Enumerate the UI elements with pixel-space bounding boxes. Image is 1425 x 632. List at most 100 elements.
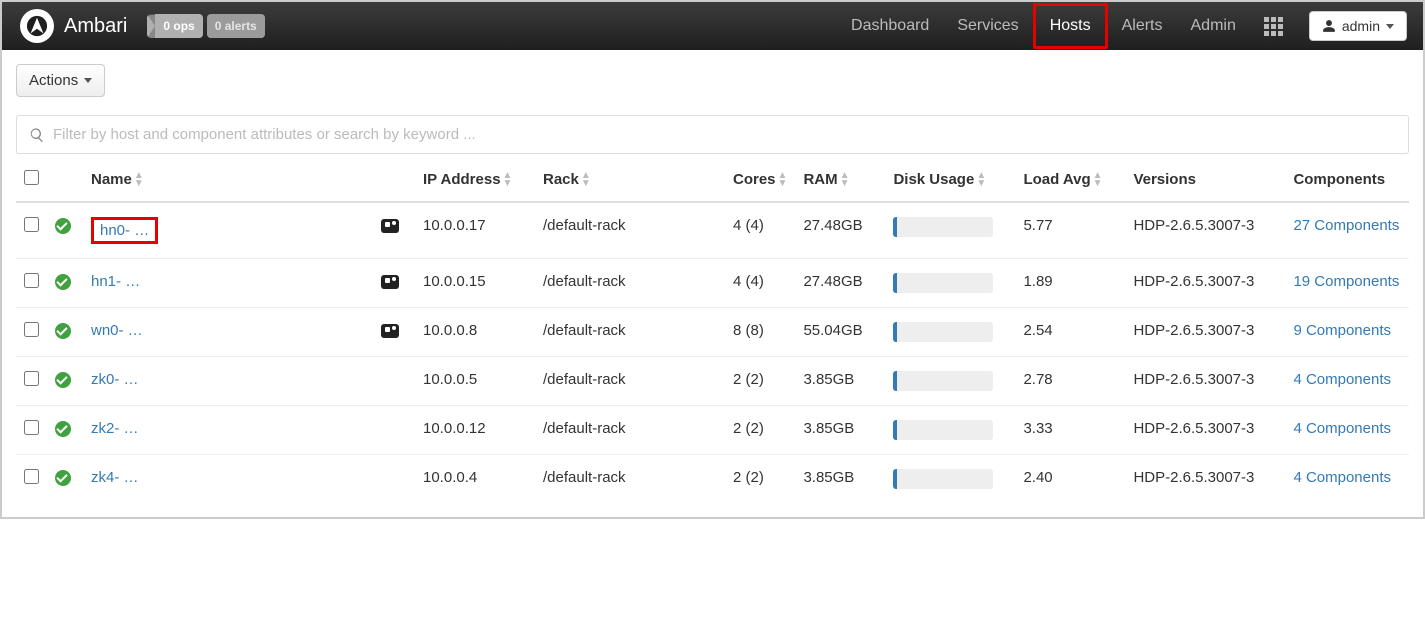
status-ok-icon	[55, 372, 71, 388]
col-ip[interactable]: IP Address▲▼	[415, 158, 535, 202]
host-name-link[interactable]: zk2- …	[91, 420, 139, 437]
components-link[interactable]: 4 Components	[1293, 420, 1391, 437]
nav-hosts[interactable]: Hosts	[1033, 3, 1108, 49]
components-link[interactable]: 27 Components	[1293, 217, 1399, 234]
nav-admin[interactable]: Admin	[1177, 2, 1250, 50]
cell-rack: /default-rack	[535, 308, 725, 357]
components-link[interactable]: 4 Components	[1293, 371, 1391, 388]
search-icon	[29, 127, 45, 143]
status-ok-icon	[55, 274, 71, 290]
nav-alerts[interactable]: Alerts	[1108, 2, 1177, 50]
cell-load: 2.78	[1015, 357, 1125, 406]
user-label: admin	[1342, 18, 1380, 34]
cell-cores: 2 (2)	[725, 357, 795, 406]
host-name-link[interactable]: hn0- …	[91, 217, 158, 244]
host-name-link[interactable]: zk0- …	[91, 371, 139, 388]
table-row: zk4- … 10.0.0.4 /default-rack 2 (2) 3.85…	[16, 455, 1409, 504]
caret-down-icon	[1386, 24, 1394, 29]
status-ok-icon	[55, 218, 71, 234]
cell-version: HDP-2.6.5.3007-3	[1125, 259, 1285, 308]
cell-ip: 10.0.0.8	[415, 308, 535, 357]
cell-disk	[885, 455, 1015, 504]
filter-input[interactable]	[53, 126, 1396, 143]
host-name-link[interactable]: wn0- …	[91, 322, 143, 339]
table-row: hn1- … 10.0.0.15 /default-rack 4 (4) 27.…	[16, 259, 1409, 308]
status-ok-icon	[55, 323, 71, 339]
maintenance-icon	[381, 219, 399, 233]
cell-disk	[885, 259, 1015, 308]
row-checkbox[interactable]	[24, 322, 39, 337]
row-checkbox[interactable]	[24, 273, 39, 288]
cell-version: HDP-2.6.5.3007-3	[1125, 406, 1285, 455]
cell-cores: 4 (4)	[725, 202, 795, 259]
col-cores[interactable]: Cores▲▼	[725, 158, 795, 202]
cell-ip: 10.0.0.12	[415, 406, 535, 455]
caret-down-icon	[84, 78, 92, 83]
col-load[interactable]: Load Avg▲▼	[1015, 158, 1125, 202]
apps-grid-icon	[1264, 17, 1283, 36]
brand-logo[interactable]	[20, 9, 54, 43]
alerts-badge-label: 0 alerts	[207, 14, 265, 38]
row-checkbox[interactable]	[24, 420, 39, 435]
cell-disk	[885, 406, 1015, 455]
cell-load: 3.33	[1015, 406, 1125, 455]
nav-services[interactable]: Services	[943, 2, 1032, 50]
cell-disk	[885, 357, 1015, 406]
actions-dropdown-button[interactable]: Actions	[16, 64, 105, 97]
nav-apps[interactable]	[1250, 2, 1297, 50]
alerts-badge[interactable]: 0 alerts	[207, 14, 265, 38]
cell-load: 2.54	[1015, 308, 1125, 357]
row-checkbox[interactable]	[24, 469, 39, 484]
col-disk[interactable]: Disk Usage▲▼	[885, 158, 1015, 202]
table-row: zk0- … 10.0.0.5 /default-rack 2 (2) 3.85…	[16, 357, 1409, 406]
cell-version: HDP-2.6.5.3007-3	[1125, 357, 1285, 406]
cell-ram: 3.85GB	[795, 455, 885, 504]
row-checkbox[interactable]	[24, 371, 39, 386]
col-ram[interactable]: RAM▲▼	[795, 158, 885, 202]
cell-cores: 8 (8)	[725, 308, 795, 357]
col-components[interactable]: Components	[1285, 158, 1409, 202]
cell-ram: 27.48GB	[795, 259, 885, 308]
user-icon	[1322, 19, 1336, 33]
cell-load: 2.40	[1015, 455, 1125, 504]
status-ok-icon	[55, 470, 71, 486]
user-menu-button[interactable]: admin	[1309, 11, 1407, 41]
cell-cores: 2 (2)	[725, 406, 795, 455]
table-row: hn0- … 10.0.0.17 /default-rack 4 (4) 27.…	[16, 202, 1409, 259]
col-name[interactable]: Name▲▼	[83, 158, 373, 202]
row-checkbox[interactable]	[24, 217, 39, 232]
cell-rack: /default-rack	[535, 455, 725, 504]
select-all-checkbox[interactable]	[24, 170, 39, 185]
cell-ram: 55.04GB	[795, 308, 885, 357]
cell-ram: 3.85GB	[795, 406, 885, 455]
cell-cores: 2 (2)	[725, 455, 795, 504]
components-link[interactable]: 19 Components	[1293, 273, 1399, 290]
col-versions[interactable]: Versions	[1125, 158, 1285, 202]
cell-rack: /default-rack	[535, 406, 725, 455]
cell-ip: 10.0.0.17	[415, 202, 535, 259]
ops-badge-label: 0 ops	[155, 14, 202, 38]
nav-dashboard[interactable]: Dashboard	[837, 2, 943, 50]
host-name-link[interactable]: zk4- …	[91, 469, 139, 486]
components-link[interactable]: 4 Components	[1293, 469, 1391, 486]
host-name-link[interactable]: hn1- …	[91, 273, 140, 290]
cell-ip: 10.0.0.4	[415, 455, 535, 504]
components-link[interactable]: 9 Components	[1293, 322, 1391, 339]
filter-bar[interactable]	[16, 115, 1409, 154]
status-badges: 0 ops 0 alerts	[147, 14, 264, 38]
maintenance-icon	[381, 324, 399, 338]
ops-badge[interactable]: 0 ops	[147, 14, 202, 38]
cell-cores: 4 (4)	[725, 259, 795, 308]
cell-version: HDP-2.6.5.3007-3	[1125, 308, 1285, 357]
actions-label: Actions	[29, 72, 78, 89]
table-row: wn0- … 10.0.0.8 /default-rack 8 (8) 55.0…	[16, 308, 1409, 357]
ambari-logo-icon	[26, 15, 48, 37]
maintenance-icon	[381, 275, 399, 289]
col-rack[interactable]: Rack▲▼	[535, 158, 725, 202]
cell-rack: /default-rack	[535, 357, 725, 406]
cell-rack: /default-rack	[535, 202, 725, 259]
brand-name[interactable]: Ambari	[64, 15, 127, 38]
hosts-table: Name▲▼ IP Address▲▼ Rack▲▼ Cores▲▼ RAM▲▼…	[16, 158, 1409, 503]
cell-load: 5.77	[1015, 202, 1125, 259]
status-ok-icon	[55, 421, 71, 437]
